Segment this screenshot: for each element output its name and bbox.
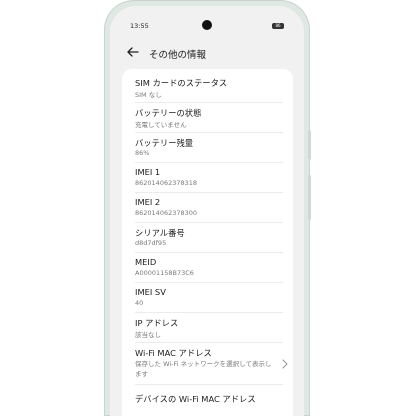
status-bar: 13:55 86: [110, 6, 304, 36]
item-value: 862014062378300: [135, 209, 198, 217]
phone-side-button: [308, 175, 311, 220]
item-value: 86%: [135, 149, 150, 157]
page-title: その他の情報: [149, 50, 207, 61]
list-item-battery-status: バッテリーの状態 充電していません: [122, 103, 293, 133]
list-item-battery-level: バッテリー残量 86%: [122, 133, 293, 163]
chevron-right-icon: [282, 359, 288, 369]
status-time: 13:55: [130, 22, 149, 30]
info-list: SIM カードのステータス SIM なし バッテリーの状態 充電していません バ…: [122, 69, 293, 416]
item-title: MEID: [135, 257, 157, 267]
item-value: 40: [135, 299, 144, 307]
item-title: IMEI SV: [135, 287, 166, 297]
photo-stage: 13:55 86 その他の情報 SIM カードのステータス SIM なし バッテ…: [0, 0, 416, 416]
list-item-serial-number: シリアル番号 d8d7df95: [122, 223, 293, 253]
item-value: A00001158B73C6: [135, 269, 194, 277]
list-item-imei1: IMEI 1 862014062378318: [122, 163, 293, 193]
item-title: SIM カードのステータス: [135, 78, 228, 88]
list-item-device-wifi-mac: デバイスの Wi-Fi MAC アドレス: [122, 389, 293, 416]
list-item-wifi-mac[interactable]: Wi-Fi MAC アドレス 保存した Wi-Fi ネットワークを選択して表示し…: [122, 343, 293, 385]
item-title: シリアル番号: [135, 228, 185, 238]
back-arrow-icon[interactable]: [126, 45, 140, 59]
battery-icon: 86: [272, 23, 284, 29]
front-camera: [202, 20, 212, 30]
phone-side-button: [308, 130, 311, 160]
item-title: IP アドレス: [135, 318, 179, 328]
item-title: Wi-Fi MAC アドレス: [135, 348, 212, 358]
item-title: デバイスの Wi-Fi MAC アドレス: [135, 394, 256, 404]
item-value: 充電していません: [135, 121, 187, 129]
item-title: バッテリー残量: [135, 138, 194, 148]
phone-screen: 13:55 86 その他の情報 SIM カードのステータス SIM なし バッテ…: [110, 6, 304, 416]
list-item-sim-status[interactable]: SIM カードのステータス SIM なし: [122, 73, 293, 103]
list-item-imei2: IMEI 2 862014062378300: [122, 193, 293, 223]
item-value: 該当なし: [135, 331, 161, 339]
item-value: SIM なし: [135, 91, 162, 99]
item-title: バッテリーの状態: [135, 108, 202, 118]
list-item-meid: MEID A00001158B73C6: [122, 253, 293, 283]
divider: [135, 384, 283, 385]
app-header: その他の情報: [110, 40, 304, 64]
item-title: IMEI 1: [135, 167, 161, 177]
item-value: 862014062378318: [135, 179, 198, 187]
item-value: 保存した Wi-Fi ネットワークを選択して表示します: [135, 360, 272, 378]
item-title: IMEI 2: [135, 197, 161, 207]
item-value: d8d7df95: [135, 239, 167, 247]
list-item-ip-address: IP アドレス 該当なし: [122, 313, 293, 343]
list-item-imei-sv: IMEI SV 40: [122, 283, 293, 313]
